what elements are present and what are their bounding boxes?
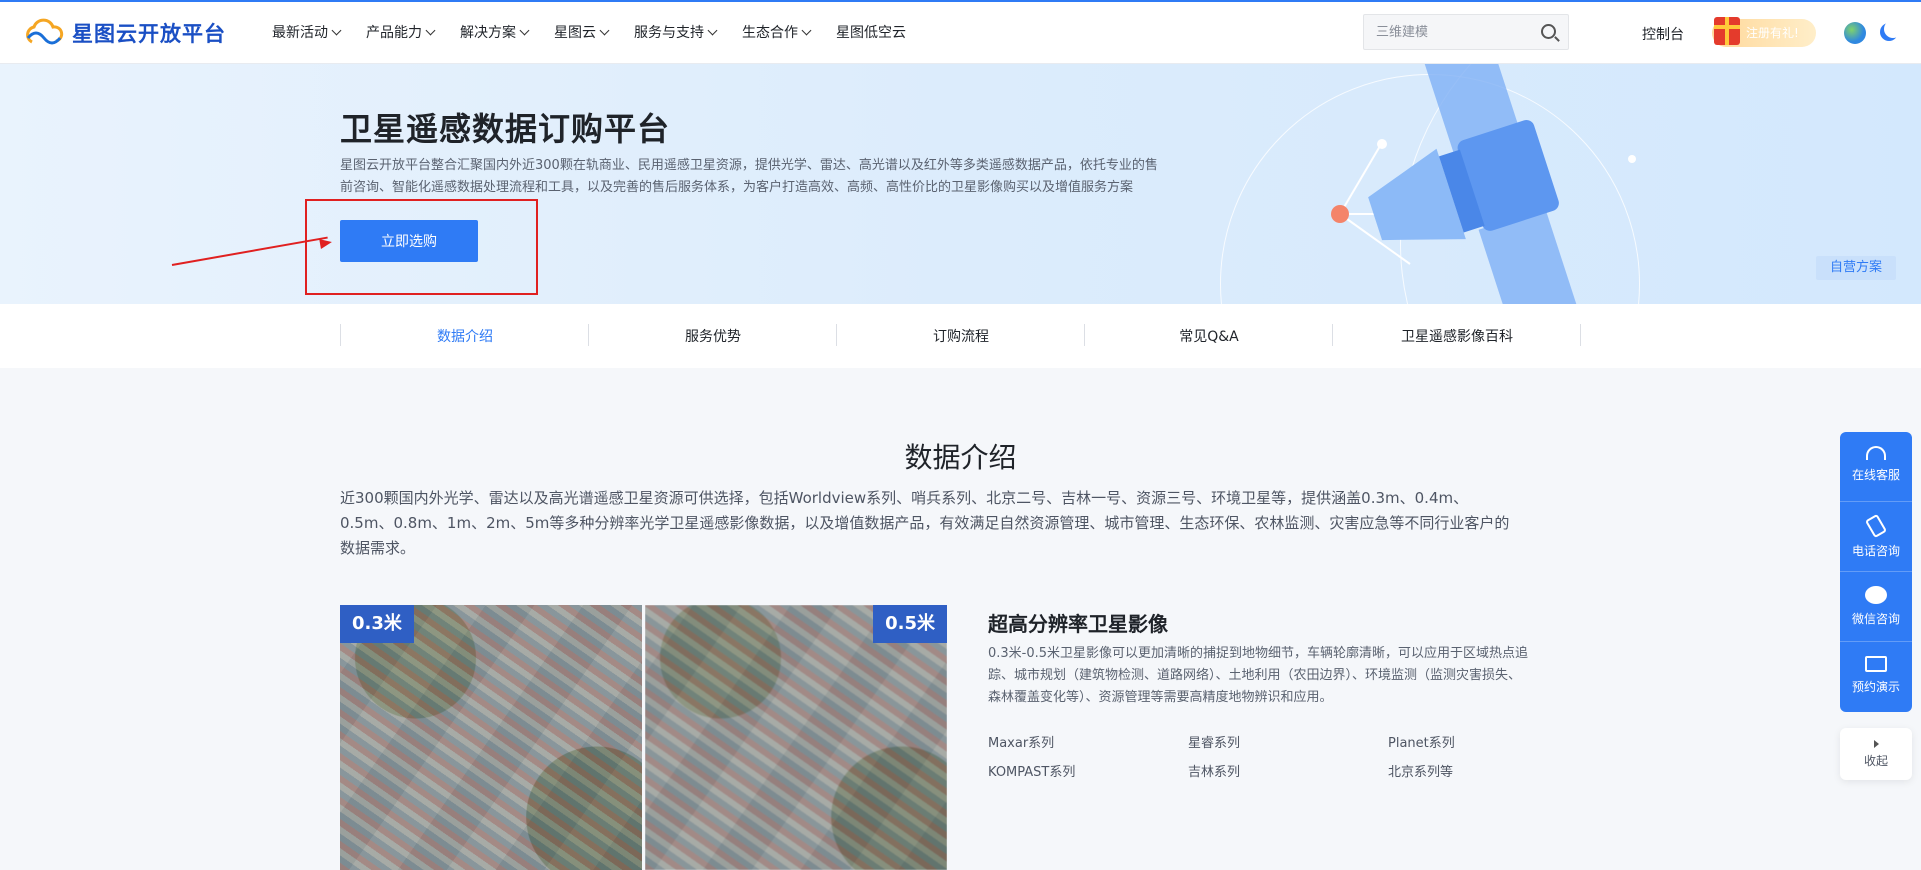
float-item-label: 微信咨询: [1851, 612, 1900, 626]
tab-order-process[interactable]: 订购流程: [837, 326, 1085, 346]
self-operated-tag[interactable]: 自营方案: [1816, 256, 1896, 280]
wechat-consult-button[interactable]: 微信咨询: [1840, 572, 1912, 642]
globe-icon[interactable]: [1844, 22, 1866, 44]
feature-desc-line: 踪、城市规划（建筑物检测、道路网络）、土地利用（农田边界）、环境监测（监测灾害损…: [988, 668, 1522, 683]
feature-desc-line: 森林覆盖变化等）、资源管理等需要高精度地物辨识和应用。: [988, 690, 1333, 705]
logo[interactable]: 星图云开放平台: [22, 18, 226, 48]
nav-label: 服务与支持: [634, 25, 704, 41]
search-box: [1363, 14, 1569, 50]
resolution-tag: 0.5米: [873, 605, 947, 643]
nav-item-ecosystem[interactable]: 生态合作: [742, 22, 812, 42]
nav-item-xingtu-cloud[interactable]: 星图云: [554, 22, 610, 42]
logo-cloud-icon: [26, 18, 64, 45]
nav-item-product[interactable]: 产品能力: [366, 22, 436, 42]
feature-description: 0.3米-0.5米卫星影像可以更加清晰的捕捉到地物细节，车辆轮廓清晰，可以应用于…: [988, 643, 1582, 709]
banner-desc-line: 星图云开放平台整合汇聚国内外近300颗在轨商业、民用遥感卫星资源，提供光学、雷达…: [340, 158, 1158, 173]
feature-desc-line: 0.3米-0.5米卫星影像可以更加清晰的捕捉到地物细节，车辆轮廓清晰，可以应用于…: [988, 646, 1529, 661]
online-service-button[interactable]: 在线客服: [1840, 432, 1912, 502]
gift-label: 注册有礼!: [1746, 26, 1799, 40]
satellite-image: [340, 605, 642, 870]
satellite-image: [645, 605, 947, 870]
series-item: Planet系列: [1388, 736, 1455, 751]
chevron-down-icon: [331, 25, 342, 35]
wechat-icon: [1865, 586, 1887, 604]
nav-label: 星图低空云: [836, 25, 906, 41]
section-desc-line: 近300颗国内外光学、雷达以及高光谱遥感卫星资源可供选择，包括Worldview…: [340, 489, 1469, 507]
chevron-down-icon: [599, 25, 610, 35]
book-demo-button[interactable]: 预约演示: [1840, 642, 1912, 712]
float-item-label: 预约演示: [1851, 680, 1900, 694]
nav-label: 星图云: [554, 25, 596, 41]
main-nav: 最新活动 产品能力 解决方案 星图云 服务与支持 生态合作 星图低空云: [272, 22, 932, 42]
tab-data-intro[interactable]: 数据介绍: [341, 326, 589, 346]
nav-item-latest-activity[interactable]: 最新活动: [272, 22, 342, 42]
console-link[interactable]: 控制台: [1642, 24, 1684, 44]
section-title: 数据介绍: [904, 441, 1017, 474]
search-icon[interactable]: [1541, 24, 1556, 39]
series-item: 星睿系列: [1188, 736, 1241, 751]
register-gift-button[interactable]: 注册有礼!: [1712, 17, 1816, 47]
feature-title: 超高分辨率卫星影像: [988, 612, 1168, 636]
float-item-label: 电话咨询: [1851, 544, 1900, 558]
tab-divider: [1580, 324, 1581, 346]
satellite-image-05m: 0.5米: [645, 605, 947, 870]
tab-encyclopedia[interactable]: 卫星遥感影像百科: [1333, 326, 1581, 346]
nav-label: 产品能力: [366, 25, 422, 41]
series-item: KOMPAST系列: [988, 765, 1076, 780]
triangle-right-icon: [1873, 740, 1879, 748]
tab-service-advantages[interactable]: 服务优势: [589, 326, 837, 346]
header: 星图云开放平台 最新活动 产品能力 解决方案 星图云 服务与支持 生态合作 星图…: [0, 2, 1921, 64]
tab-faq[interactable]: 常见Q&A: [1085, 326, 1333, 346]
nav-label: 最新活动: [272, 25, 328, 41]
moon-icon[interactable]: [1884, 20, 1902, 38]
float-item-label: 在线客服: [1851, 468, 1900, 482]
banner-desc-line: 前咨询、智能化遥感数据处理流程和工具，以及完善的售后服务体系，为客户打造高效、高…: [340, 180, 1134, 195]
chevron-down-icon: [519, 25, 530, 35]
headset-icon: [1866, 446, 1886, 460]
section-tabs: 数据介绍 服务优势 订购流程 常见Q&A 卫星遥感影像百科: [0, 304, 1921, 368]
collapse-label: 收起: [1863, 754, 1888, 768]
satellite-illustration: [1331, 64, 1636, 304]
series-item: 吉林系列: [1188, 765, 1241, 780]
collapse-button[interactable]: 收起: [1840, 728, 1912, 780]
logo-text: 星图云开放平台: [72, 22, 226, 46]
nav-item-solutions[interactable]: 解决方案: [460, 22, 530, 42]
chevron-down-icon: [707, 25, 718, 35]
hero-banner: 卫星遥感数据订购平台 星图云开放平台整合汇聚国内外近300颗在轨商业、民用遥感卫…: [0, 64, 1921, 304]
banner-description: 星图云开放平台整合汇聚国内外近300颗在轨商业、民用遥感卫星资源，提供光学、雷达…: [340, 155, 1225, 199]
screen-icon: [1865, 656, 1887, 672]
phone-icon: [1864, 513, 1888, 539]
chevron-down-icon: [425, 25, 436, 35]
satellite-image-03m: 0.3米: [340, 605, 642, 870]
section-desc-line: 数据需求。: [340, 539, 416, 557]
nav-item-low-altitude[interactable]: 星图低空云: [836, 22, 906, 42]
nav-label: 解决方案: [460, 25, 516, 41]
buy-now-button[interactable]: 立即选购: [340, 220, 478, 262]
chevron-down-icon: [801, 25, 812, 35]
series-item: Maxar系列: [988, 736, 1055, 751]
section-description: 近300颗国内外光学、雷达以及高光谱遥感卫星资源可供选择，包括Worldview…: [340, 486, 1582, 561]
search-input[interactable]: [1364, 15, 1524, 49]
banner-title: 卫星遥感数据订购平台: [340, 110, 671, 148]
phone-consult-button[interactable]: 电话咨询: [1840, 502, 1912, 572]
nav-item-service-support[interactable]: 服务与支持: [634, 22, 718, 42]
nav-label: 生态合作: [742, 25, 798, 41]
annotation-arrow-head: [319, 237, 333, 249]
section-desc-line: 0.5m、0.8m、1m、2m、5m等多种分辨率光学卫星遥感影像数据，以及增值数…: [340, 514, 1510, 532]
resolution-tag: 0.3米: [340, 605, 414, 643]
series-item: 北京系列等: [1388, 765, 1454, 780]
floating-contact-bar: 在线客服 电话咨询 微信咨询 预约演示: [1840, 432, 1912, 712]
gift-icon: [1714, 17, 1740, 45]
